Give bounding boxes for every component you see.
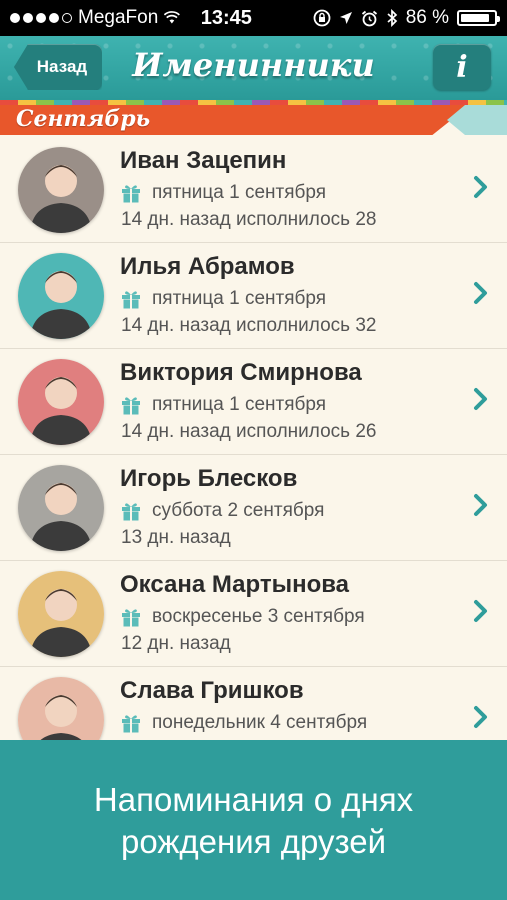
chevron-right-icon	[474, 494, 487, 516]
contact-name: Иван Зацепин	[120, 147, 287, 174]
list-item[interactable]: Виктория Смирнова пятница 1 сентября 14 …	[0, 349, 507, 455]
banner-line-1: Напоминания о днях	[93, 781, 414, 818]
birthday-date: пятница 1 сентября	[152, 288, 327, 309]
avatar	[18, 465, 104, 551]
gift-icon	[122, 503, 140, 521]
list-item[interactable]: Илья Абрамов пятница 1 сентября 14 дн. н…	[0, 243, 507, 349]
info-button[interactable]: i	[433, 44, 491, 90]
chevron-right-icon	[474, 388, 487, 410]
chevron-right-icon	[474, 706, 487, 728]
chevron-right-icon	[474, 176, 487, 198]
gift-icon	[122, 185, 140, 203]
signal-icon	[10, 13, 72, 23]
gift-icon	[122, 609, 140, 627]
location-icon	[339, 12, 352, 24]
avatar	[18, 359, 104, 445]
contact-name: Илья Абрамов	[120, 253, 295, 280]
battery-fill	[461, 14, 489, 22]
list-item[interactable]: Оксана Мартынова воскресенье 3 сентября …	[0, 561, 507, 667]
status-time: 13:45	[200, 6, 252, 29]
battery-percent: 86 %	[405, 7, 449, 28]
contact-name: Оксана Мартынова	[120, 571, 350, 598]
birthday-date: суббота 2 сентября	[152, 500, 325, 521]
gift-icon	[122, 715, 140, 733]
avatar	[18, 253, 104, 339]
days-ago: 14 дн. назад исполнилось 28	[121, 209, 377, 230]
alarm-icon	[361, 10, 377, 26]
avatar	[18, 147, 104, 233]
days-ago: 14 дн. назад исполнилось 26	[121, 421, 377, 442]
status-icons: 86 %	[313, 7, 500, 29]
birthday-date: понедельник 4 сентября	[152, 712, 368, 733]
birthday-date: пятница 1 сентября	[152, 394, 327, 415]
contact-name: Слава Гришков	[120, 677, 304, 704]
chevron-right-icon	[474, 282, 487, 304]
page-title: Именинники	[132, 46, 375, 84]
contact-name: Игорь Блесков	[120, 465, 298, 492]
avatar	[18, 571, 104, 657]
battery-icon	[457, 10, 500, 26]
section-title: Сентябрь	[16, 106, 151, 132]
navigation-bar: Назад Именинники i	[0, 36, 507, 100]
banner-line-2: рождения друзей	[121, 823, 386, 860]
birthday-list: Иван Зацепин пятница 1 сентября 14 дн. н…	[0, 137, 507, 773]
section-header: Сентябрь	[0, 105, 507, 137]
rotation-lock-icon	[313, 9, 331, 27]
contact-name: Виктория Смирнова	[120, 359, 362, 386]
chevron-right-icon	[474, 600, 487, 622]
list-item[interactable]: Игорь Блесков суббота 2 сентября 13 дн. …	[0, 455, 507, 561]
status-bar: MegaFon 13:45 86 %	[0, 0, 507, 36]
promo-banner: Напоминания о днях рождения друзей	[0, 740, 507, 900]
days-ago: 14 дн. назад исполнилось 32	[121, 315, 377, 336]
days-ago: 12 дн. назад	[121, 633, 231, 654]
gift-icon	[122, 397, 140, 415]
bluetooth-icon	[387, 9, 397, 27]
gift-icon	[122, 291, 140, 309]
list-item[interactable]: Иван Зацепин пятница 1 сентября 14 дн. н…	[0, 137, 507, 243]
back-button[interactable]: Назад	[14, 44, 102, 90]
birthday-date: воскресенье 3 сентября	[152, 606, 365, 627]
days-ago: 13 дн. назад	[121, 527, 231, 548]
birthday-date: пятница 1 сентября	[152, 182, 327, 203]
